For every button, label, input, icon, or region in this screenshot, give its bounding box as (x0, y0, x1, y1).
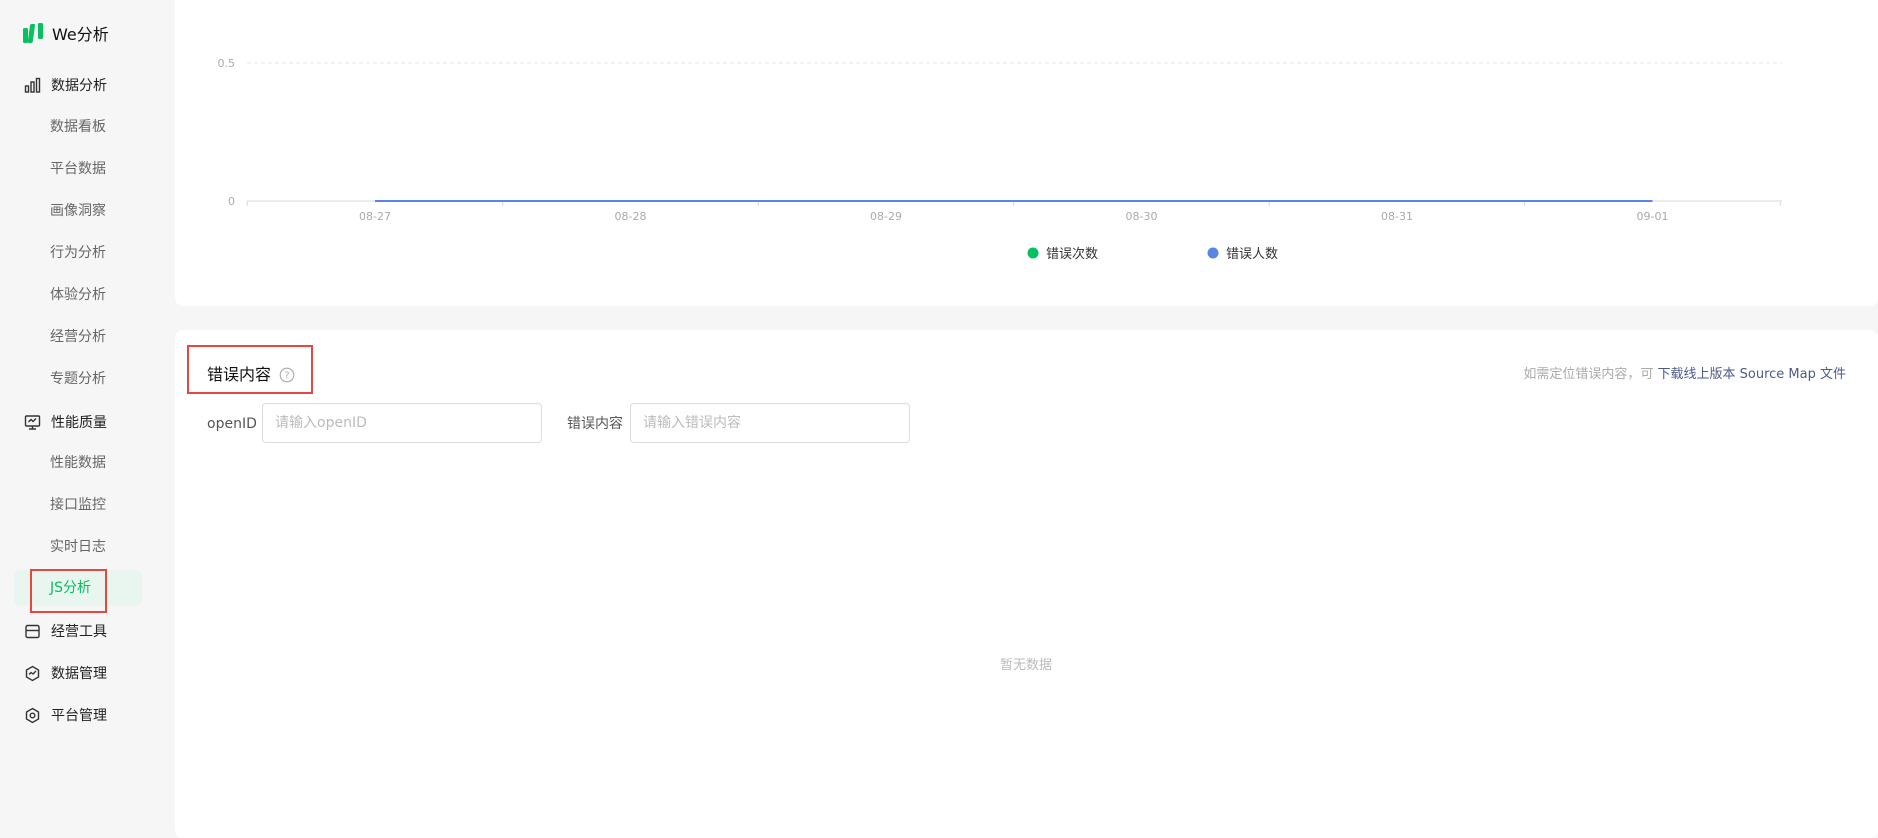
error-content-label: 错误内容 (567, 416, 623, 432)
sidebar-item-behavior-analysis[interactable]: 行为分析 (50, 242, 106, 264)
y-tick-label: 0 (228, 195, 235, 208)
menu-group-label: 经营工具 (51, 624, 107, 640)
bar-chart-icon (24, 77, 41, 93)
menu-group-label: 性能质量 (51, 415, 107, 431)
openid-input[interactable] (262, 403, 542, 443)
sidebar-item-platform-data[interactable]: 平台数据 (50, 158, 106, 180)
app-logo[interactable]: We分析 (22, 20, 109, 46)
sidebar-item-api-monitor[interactable]: 接口监控 (50, 494, 106, 516)
storefront-icon (25, 624, 40, 638)
sidebar: We分析 数据分析 数据看板 平台数据 画像洞察 行为分析 体验分析 经营分析 … (0, 0, 175, 838)
openid-label: openID (207, 416, 257, 432)
menu-group-label: 数据分析 (51, 78, 107, 94)
menu-group-platform-management[interactable]: 平台管理 (24, 704, 107, 726)
x-tick-label: 08-30 (1126, 210, 1158, 223)
legend-marker (1027, 247, 1039, 259)
x-tick-label: 09-01 (1637, 210, 1669, 223)
sidebar-item-portrait-insight[interactable]: 画像洞察 (50, 200, 106, 222)
sidebar-item-realtime-log[interactable]: 实时日志 (50, 536, 106, 558)
menu-group-data-management[interactable]: 数据管理 (24, 662, 107, 684)
hint-text: 如需定位错误内容，可 (1523, 367, 1654, 382)
legend-marker (1207, 247, 1219, 259)
sidebar-item-dashboard[interactable]: 数据看板 (50, 116, 106, 138)
menu-group-label: 平台管理 (51, 708, 107, 724)
legend-label: 错误人数 (1226, 247, 1278, 262)
highlight-box-error-title (187, 345, 313, 394)
hexagon-settings-icon (25, 707, 40, 723)
monitor-icon (24, 414, 41, 430)
x-tick-label: 08-31 (1381, 210, 1413, 223)
sidebar-item-experience-analysis[interactable]: 体验分析 (50, 284, 106, 306)
app-title: We分析 (52, 25, 109, 44)
x-tick-label: 08-29 (870, 210, 902, 223)
legend-label: 错误次数 (1046, 246, 1098, 262)
x-tick-label: 08-28 (615, 210, 647, 223)
menu-group-label: 数据管理 (51, 666, 107, 682)
menu-group-performance-quality[interactable]: 性能质量 (24, 411, 107, 433)
sidebar-item-topic-analysis[interactable]: 专题分析 (50, 368, 106, 390)
download-source-map-link[interactable]: 下载线上版本 Source Map 文件 (1658, 367, 1846, 382)
menu-group-data-analysis[interactable]: 数据分析 (24, 74, 107, 96)
menu-group-business-tools[interactable]: 经营工具 (24, 620, 107, 642)
error-content-input[interactable] (630, 403, 910, 443)
data-manage-icon (25, 665, 40, 681)
error-trend-chart-card: 0 0.5 08-27 08-28 08-29 08-30 08-31 09-01 错误次数 错误… (175, 0, 1878, 306)
sidebar-item-performance-data[interactable]: 性能数据 (50, 452, 106, 474)
empty-state-text: 暂无数据 (1000, 658, 1053, 673)
sidebar-item-business-analysis[interactable]: 经营分析 (50, 326, 106, 348)
we-analysis-logo-icon (23, 23, 43, 43)
y-tick-label: 0.5 (218, 57, 236, 70)
x-tick-label: 08-27 (359, 210, 391, 223)
highlight-box-js-analysis (30, 569, 107, 613)
error-trend-chart: 0 0.5 08-27 08-28 08-29 08-30 08-31 09-01 错误次数 错误… (218, 57, 1782, 262)
source-map-hint: 如需定位错误内容，可 下载线上版本 Source Map 文件 (1523, 365, 1846, 385)
